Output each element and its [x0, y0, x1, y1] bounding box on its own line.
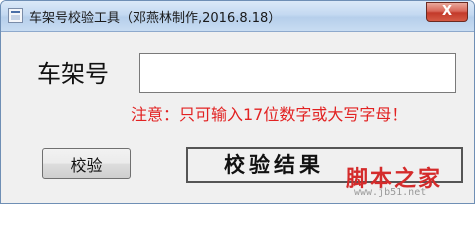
window-title: 车架号校验工具（邓燕林制作,2016.8.18） — [29, 11, 282, 26]
vin-label: 车架号 — [37, 60, 109, 88]
app-window: 车架号校验工具（邓燕林制作,2016.8.18） X 车架号 注意：只可输入17… — [0, 0, 475, 204]
client-area: 车架号 注意：只可输入17位数字或大写字母！ 校验 校验结果 — [7, 32, 468, 199]
verify-button[interactable]: 校验 — [42, 148, 131, 179]
app-icon — [8, 8, 23, 23]
result-label: 校验结果 — [186, 147, 463, 183]
title-bar[interactable]: 车架号校验工具（邓燕林制作,2016.8.18） X — [1, 1, 474, 32]
input-hint: 注意：只可输入17位数字或大写字母！ — [131, 105, 408, 124]
vin-input[interactable] — [139, 53, 456, 93]
close-button[interactable]: X — [426, 2, 468, 22]
